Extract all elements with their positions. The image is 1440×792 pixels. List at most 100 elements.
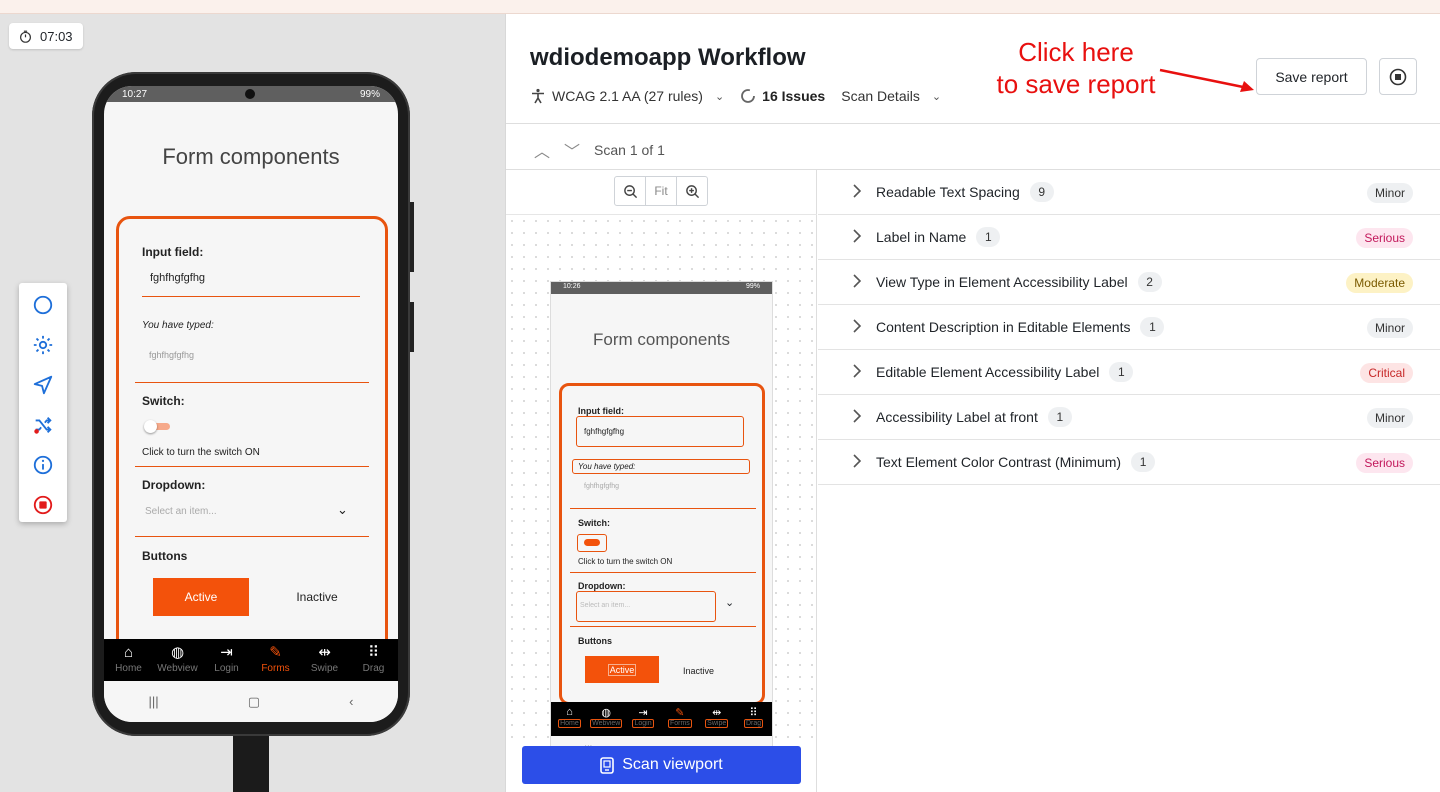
preview-tab-webview[interactable]: ◍ Webview: [590, 706, 623, 736]
issue-row[interactable]: Content Description in Editable Elements…: [818, 305, 1440, 350]
issue-row[interactable]: Readable Text Spacing 9 Minor: [818, 170, 1440, 215]
preview-tab-home[interactable]: ⌂ Home: [553, 706, 585, 736]
standard-selector[interactable]: WCAG 2.1 AA (27 rules) ⌄: [530, 88, 724, 104]
preview-tab-login[interactable]: ⇥ Login: [627, 706, 659, 736]
issue-count: 1: [1140, 317, 1165, 337]
preview-inactive-button[interactable]: Inactive: [683, 666, 714, 676]
issue-count: 1: [1047, 407, 1072, 427]
recents-icon[interactable]: |||: [149, 694, 159, 709]
back-icon[interactable]: ‹: [349, 694, 353, 709]
preview-tab-label: Login: [632, 719, 654, 728]
chevron-right-icon: [853, 229, 862, 243]
tab-swipe[interactable]: ⇹ Swipe: [301, 645, 349, 675]
issue-name: Editable Element Accessibility Label: [876, 364, 1100, 380]
preview-switch-hint: Click to turn the switch ON: [578, 557, 673, 566]
divider: [570, 626, 756, 627]
issues-summary: 16 Issues: [740, 88, 825, 104]
issue-row[interactable]: Label in Name 1 Serious: [818, 215, 1440, 260]
status-battery: 99%: [359, 88, 380, 100]
grid-icon: ⠿: [749, 707, 758, 719]
pencil-icon: ✎: [675, 707, 685, 719]
form-card: Input field: fghfhgfgfhg You have typed:…: [116, 216, 388, 656]
phone-screen[interactable]: 10:27 99% Form components Input field: f…: [104, 86, 398, 722]
preview-typed-label: You have typed:: [578, 462, 636, 471]
issue-count: 1: [1109, 362, 1134, 382]
chevron-right-icon: [853, 409, 862, 423]
page-title: wdiodemoapp Workflow: [530, 44, 806, 71]
phone-side-button: [410, 202, 414, 272]
chevron-right-icon: [853, 184, 862, 198]
progress-ring-icon: [741, 89, 756, 103]
stop-recording-icon[interactable]: [31, 493, 55, 517]
zoom-fit-button[interactable]: Fit: [646, 177, 677, 205]
stop-scan-button[interactable]: [1379, 58, 1417, 95]
issue-count: 9: [1029, 182, 1054, 202]
tab-drag[interactable]: ⠿ Drag: [350, 645, 398, 675]
scan-viewport-button[interactable]: Scan viewport: [522, 746, 801, 784]
scan-label: Scan 1 of 1: [594, 142, 665, 158]
severity-badge: Critical: [1360, 363, 1413, 383]
preview-screenshot[interactable]: 10:26 99% Form components Input field: f…: [550, 281, 773, 763]
chevron-down-icon[interactable]: ﹀: [564, 138, 580, 162]
circle-icon[interactable]: [31, 293, 55, 317]
issue-row[interactable]: Accessibility Label at front 1 Minor: [818, 395, 1440, 440]
timer-value: 07:03: [40, 28, 73, 44]
preview-tab-forms[interactable]: ✎ Forms: [664, 706, 696, 736]
severity-badge: Minor: [1366, 408, 1413, 428]
gear-icon[interactable]: [31, 333, 55, 357]
issue-name: Accessibility Label at front: [876, 409, 1038, 425]
tab-label: Swipe: [310, 663, 339, 674]
zoom-in-button[interactable]: [677, 177, 707, 205]
chevron-down-icon[interactable]: ⌄: [337, 502, 348, 518]
switch-label: Switch:: [142, 394, 185, 408]
swipe-icon: ⇹: [712, 707, 722, 719]
shuffle-icon[interactable]: [31, 413, 55, 437]
preview-dropdown-label: Dropdown:: [578, 581, 626, 591]
preview-tab-swipe[interactable]: ⇹ Swipe: [701, 706, 733, 736]
save-report-button[interactable]: Save report: [1256, 58, 1367, 95]
issue-name: Label in Name: [876, 229, 967, 245]
camera-notch: [245, 89, 255, 99]
issue-row[interactable]: View Type in Element Accessibility Label…: [818, 260, 1440, 305]
tab-forms[interactable]: ✎ Forms: [252, 644, 300, 675]
issue-count: 2: [1137, 272, 1162, 292]
pencil-icon: ✎: [269, 644, 282, 661]
zoom-in-icon: [685, 184, 699, 198]
navigation-arrow-icon[interactable]: [31, 373, 55, 397]
issue-name: View Type in Element Accessibility Label: [876, 274, 1128, 290]
preview-tab-label: Drag: [743, 719, 764, 728]
chevron-right-icon: [853, 319, 862, 333]
accessibility-icon: [532, 88, 544, 104]
preview-active-button[interactable]: Active: [585, 656, 659, 683]
phone-side-button: [410, 302, 414, 352]
zoom-out-button[interactable]: [615, 177, 646, 205]
home-button-icon[interactable]: ▢: [248, 694, 260, 710]
app-tab-bar: ⌂ Home ◍ Webview ⇥ Login ✎ Forms ⇹ Swipe ⠿ Dra…: [104, 639, 398, 681]
issue-row[interactable]: Editable Element Accessibility Label 1 C…: [818, 350, 1440, 395]
input-field-label: Input field:: [142, 245, 204, 259]
divider: [135, 536, 369, 537]
active-button[interactable]: Active: [153, 578, 249, 616]
scan-details-dropdown[interactable]: Scan Details ⌄: [841, 88, 941, 104]
android-nav-bar: ||| ▢ ‹: [104, 681, 398, 722]
switch-toggle[interactable]: [144, 420, 170, 433]
preview-switch-toggle: [584, 539, 600, 546]
preview-tab-label: Home: [558, 719, 581, 728]
inactive-button[interactable]: Inactive: [269, 578, 365, 616]
tab-home[interactable]: ⌂ Home: [105, 644, 153, 675]
home-icon: ⌂: [123, 644, 134, 661]
buttons-label: Buttons: [142, 549, 188, 563]
issue-count: 1: [1131, 452, 1156, 472]
browser-top-strip: [0, 0, 1440, 14]
tab-login[interactable]: ⇥ Login: [203, 645, 251, 675]
preview-tab-drag[interactable]: ⠿ Drag: [738, 706, 770, 736]
dropdown-select[interactable]: Select an item...: [145, 506, 217, 517]
device-toolbox: [19, 283, 67, 522]
screenshot-preview: Fit 10:26 99% Form components Input fiel…: [506, 170, 817, 792]
issue-name: Readable Text Spacing: [876, 184, 1020, 200]
info-icon[interactable]: [31, 453, 55, 477]
tab-webview[interactable]: ◍ Webview: [154, 645, 202, 675]
input-field[interactable]: fghfhgfgfhg: [150, 272, 205, 284]
issue-row[interactable]: Text Element Color Contrast (Minimum) 1 …: [818, 440, 1440, 485]
chevron-up-icon[interactable]: ︿: [534, 138, 550, 162]
